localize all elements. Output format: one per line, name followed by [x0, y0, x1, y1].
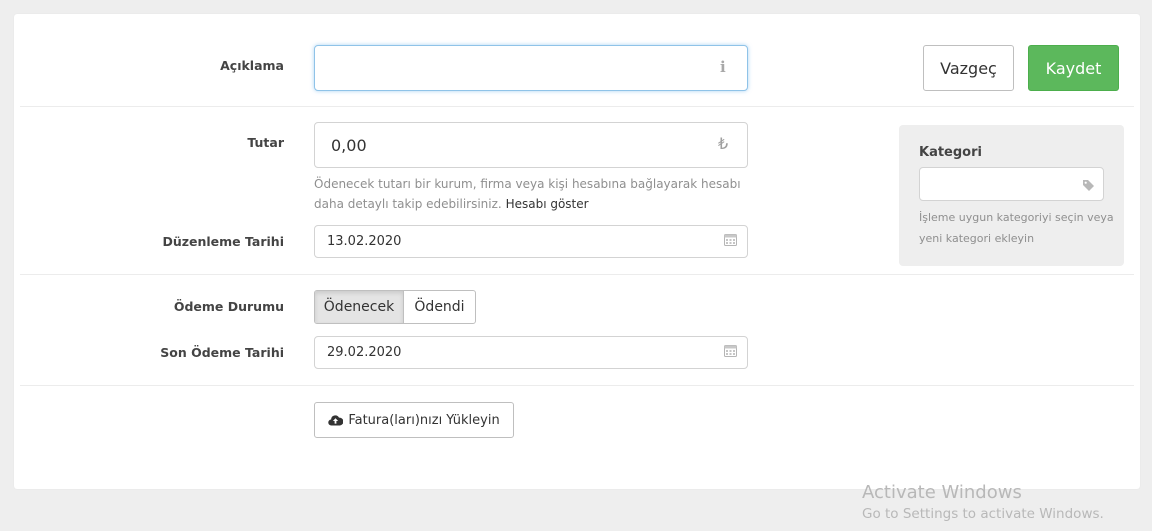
status-option-to-pay[interactable]: Ödenecek — [315, 291, 404, 323]
info-icon: i — [720, 58, 726, 76]
windows-activation-subtitle: Go to Settings to activate Windows. — [862, 506, 1104, 522]
cloud-upload-icon — [328, 414, 344, 426]
status-option-paid[interactable]: Ödendi — [404, 291, 475, 323]
upload-invoice-label: Fatura(ları)nızı Yükleyin — [348, 412, 500, 428]
amount-label: Tutar — [247, 135, 284, 150]
issue-date-label: Düzenleme Tarihi — [162, 234, 284, 249]
lira-icon: ₺ — [718, 134, 729, 153]
category-input[interactable] — [919, 167, 1104, 201]
divider — [20, 385, 1134, 386]
calendar-icon[interactable] — [724, 233, 737, 250]
due-date-input[interactable] — [314, 336, 748, 369]
category-help: İşleme uygun kategoriyi seçin veya yeni … — [919, 211, 1114, 245]
calendar-icon[interactable] — [724, 344, 737, 361]
due-date-label: Son Ödeme Tarihi — [160, 345, 284, 360]
payment-status-toggle: Ödenecek Ödendi — [314, 290, 476, 324]
description-input[interactable] — [314, 45, 748, 91]
divider — [20, 106, 1134, 107]
category-panel: Kategori İşleme uygun kategoriyi seçin v… — [899, 125, 1124, 266]
show-account-link[interactable]: Hesabı göster — [506, 197, 589, 211]
payment-status-label: Ödeme Durumu — [173, 299, 284, 314]
amount-input[interactable] — [314, 122, 748, 168]
issue-date-input[interactable] — [314, 225, 748, 258]
tag-icon — [1082, 177, 1095, 196]
description-label: Açıklama — [220, 58, 284, 73]
divider — [20, 274, 1134, 275]
save-button[interactable]: Kaydet — [1028, 45, 1119, 91]
upload-invoice-button[interactable]: Fatura(ları)nızı Yükleyin — [314, 402, 514, 438]
expense-form-card: Açıklama i Vazgeç Kaydet Tutar ₺ Ödenece… — [14, 14, 1140, 489]
cancel-button[interactable]: Vazgeç — [923, 45, 1014, 91]
windows-activation-title: Activate Windows — [862, 482, 1022, 503]
amount-help: Ödenecek tutarı bir kurum, firma veya ki… — [314, 174, 754, 214]
category-title: Kategori — [919, 145, 982, 160]
